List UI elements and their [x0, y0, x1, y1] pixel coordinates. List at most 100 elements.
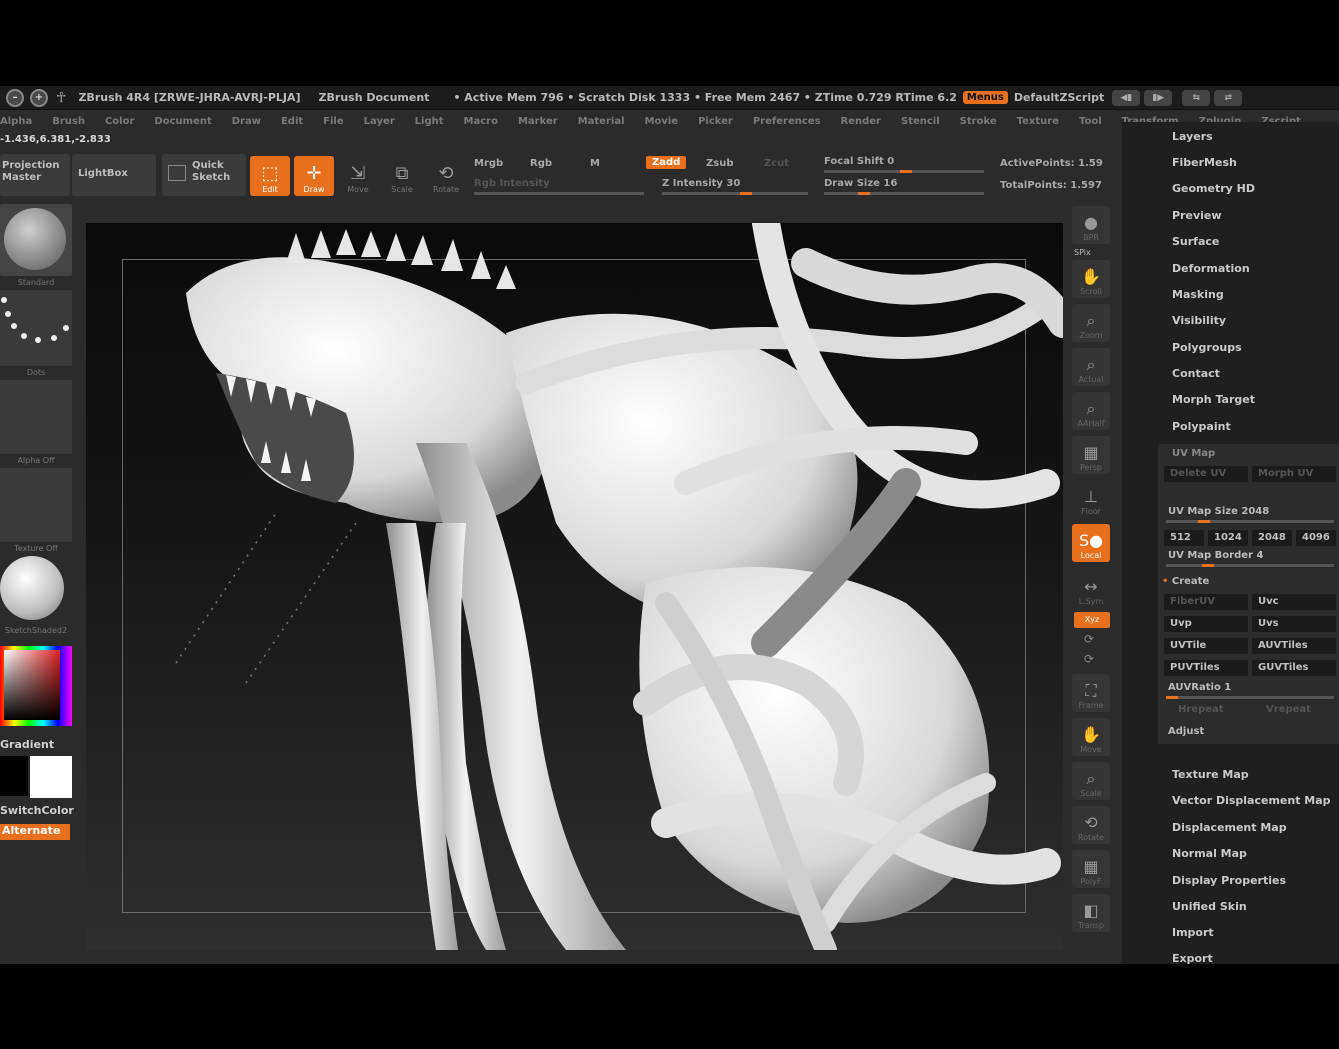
- xyz-button[interactable]: Xyz: [1074, 612, 1110, 628]
- viewport-canvas[interactable]: [86, 223, 1063, 950]
- menus-button[interactable]: Menus: [962, 91, 1008, 104]
- uvc-button[interactable]: Uvc: [1252, 594, 1336, 610]
- z-intensity-track[interactable]: [662, 192, 808, 195]
- subpalette-masking[interactable]: Masking: [1172, 288, 1224, 301]
- edit-button[interactable]: ⬚ Edit: [250, 156, 290, 196]
- subpalette-preview[interactable]: Preview: [1172, 209, 1222, 222]
- uv-map-title[interactable]: UV Map: [1172, 448, 1215, 459]
- subpalette-contact[interactable]: Contact: [1172, 367, 1220, 380]
- subpalette-layers[interactable]: Layers: [1172, 130, 1213, 143]
- auvratio-handle[interactable]: [1166, 696, 1178, 699]
- material-thumbnail[interactable]: [0, 556, 72, 626]
- aahalf-button[interactable]: ⌕ AAHalf: [1072, 392, 1110, 430]
- floor-button[interactable]: ⊥ Floor: [1072, 480, 1110, 518]
- menu-texture[interactable]: Texture: [1017, 116, 1059, 127]
- draw-button[interactable]: ✛ Draw: [294, 156, 334, 196]
- z-intensity-slider[interactable]: Z Intensity 30: [662, 178, 740, 189]
- subpalette-visibility[interactable]: Visibility: [1172, 314, 1226, 327]
- alpha-thumbnail[interactable]: [0, 380, 72, 454]
- lsym-button[interactable]: ↔ L.Sym: [1072, 570, 1110, 608]
- zoom-button[interactable]: ⌕ Zoom: [1072, 304, 1110, 342]
- subpalette-morph-target[interactable]: Morph Target: [1172, 393, 1255, 406]
- bpr-button[interactable]: ● BPR: [1072, 206, 1110, 244]
- menu-alpha[interactable]: Alpha: [0, 116, 32, 127]
- focal-shift-slider[interactable]: Focal Shift 0: [824, 156, 894, 167]
- main-color-swatch[interactable]: [30, 756, 72, 798]
- m-button[interactable]: M: [590, 158, 600, 169]
- subpalette-normal-map[interactable]: Normal Map: [1172, 847, 1247, 860]
- move-view-button[interactable]: ✋ Move: [1072, 718, 1110, 756]
- alternate-button[interactable]: Alternate: [0, 824, 70, 840]
- vrepeat-slider[interactable]: Vrepeat: [1266, 704, 1311, 715]
- zsub-button[interactable]: Zsub: [706, 158, 733, 169]
- menu-stencil[interactable]: Stencil: [901, 116, 940, 127]
- menu-light[interactable]: Light: [415, 116, 444, 127]
- adjust-section[interactable]: Adjust: [1168, 726, 1204, 737]
- switch-color-button[interactable]: SwitchColor: [0, 804, 74, 817]
- create-section[interactable]: • Create: [1162, 576, 1209, 587]
- subpalette-deformation[interactable]: Deformation: [1172, 262, 1250, 275]
- delete-uv-button[interactable]: Delete UV: [1164, 466, 1248, 482]
- subpalette-polypaint[interactable]: Polypaint: [1172, 420, 1231, 433]
- menu-material[interactable]: Material: [578, 116, 625, 127]
- focal-shift-handle[interactable]: [900, 170, 912, 173]
- rgb-intensity-track[interactable]: [474, 192, 644, 195]
- uv-map-border-track[interactable]: [1166, 564, 1334, 567]
- fiberuv-button[interactable]: FiberUV: [1164, 594, 1248, 610]
- rotate-button[interactable]: ⟲ Rotate: [426, 156, 466, 196]
- uv-map-border-handle[interactable]: [1202, 564, 1214, 567]
- menu-preferences[interactable]: Preferences: [753, 116, 821, 127]
- move-button[interactable]: ⇲ Move: [338, 156, 378, 196]
- subpalette-texture-map[interactable]: Texture Map: [1172, 768, 1249, 781]
- menu-layer[interactable]: Layer: [364, 116, 395, 127]
- subpalette-fibermesh[interactable]: FiberMesh: [1172, 156, 1237, 169]
- subpalette-display-properties[interactable]: Display Properties: [1172, 874, 1286, 887]
- spix-slider[interactable]: SPix: [1074, 248, 1091, 257]
- auvtiles-button[interactable]: AUVTiles: [1252, 638, 1336, 654]
- uv-map-border-slider[interactable]: UV Map Border 4: [1168, 550, 1263, 561]
- subpalette-vector-displacement-map[interactable]: Vector Displacement Map: [1172, 794, 1331, 807]
- menu-color[interactable]: Color: [105, 116, 134, 127]
- uvtile-button[interactable]: UVTile: [1164, 638, 1248, 654]
- gradient-label[interactable]: Gradient: [0, 738, 54, 751]
- actual-button[interactable]: ⌕ Actual: [1072, 348, 1110, 386]
- menu-brush[interactable]: Brush: [52, 116, 85, 127]
- menu-macro[interactable]: Macro: [464, 116, 498, 127]
- frame-button[interactable]: ⛶ Frame: [1072, 674, 1110, 712]
- uvp-button[interactable]: Uvp: [1164, 616, 1248, 632]
- puvtiles-button[interactable]: PUVTiles: [1164, 660, 1248, 676]
- subpalette-geometry-hd[interactable]: Geometry HD: [1172, 182, 1255, 195]
- mrgb-button[interactable]: Mrgb: [474, 158, 503, 169]
- layout-icon[interactable]: ⇆: [1182, 89, 1211, 106]
- subpalette-import[interactable]: Import: [1172, 926, 1214, 939]
- arrow-left-icon[interactable]: ◀▮: [1112, 89, 1141, 106]
- uv-map-size-handle[interactable]: [1198, 520, 1210, 523]
- menu-movie[interactable]: Movie: [645, 116, 679, 127]
- menu-document[interactable]: Document: [154, 116, 211, 127]
- scroll-button[interactable]: ✋ Scroll: [1072, 260, 1110, 298]
- rgb-button[interactable]: Rgb: [530, 158, 552, 169]
- polyf-button[interactable]: ▦ PolyF: [1072, 850, 1110, 888]
- subpalette-surface[interactable]: Surface: [1172, 235, 1219, 248]
- uv-size-2048[interactable]: 2048: [1252, 530, 1292, 546]
- brush-thumbnail[interactable]: [0, 204, 72, 276]
- auvratio-track[interactable]: [1166, 696, 1334, 699]
- subpalette-displacement-map[interactable]: Displacement Map: [1172, 821, 1287, 834]
- subpalette-export[interactable]: Export: [1172, 952, 1213, 964]
- local-button[interactable]: S● Local: [1072, 524, 1110, 562]
- rotate-view-button[interactable]: ⟲ Rotate: [1072, 806, 1110, 844]
- menu-marker[interactable]: Marker: [518, 116, 558, 127]
- menu-draw[interactable]: Draw: [232, 116, 261, 127]
- uv-size-512[interactable]: 512: [1164, 530, 1204, 546]
- menu-stroke[interactable]: Stroke: [960, 116, 997, 127]
- color-picker[interactable]: [0, 646, 72, 726]
- z-intensity-handle[interactable]: [740, 192, 752, 195]
- subpalette-unified-skin[interactable]: Unified Skin: [1172, 900, 1247, 913]
- transp-button[interactable]: ◧ Transp: [1072, 894, 1110, 932]
- subpalette-polygroups[interactable]: Polygroups: [1172, 341, 1242, 354]
- stroke-thumbnail[interactable]: [0, 290, 72, 366]
- default-zscript-button[interactable]: DefaultZScript: [1014, 91, 1104, 104]
- persp-button[interactable]: ▦ Persp: [1072, 436, 1110, 474]
- draw-size-handle[interactable]: [858, 192, 870, 195]
- menu-tool[interactable]: Tool: [1079, 116, 1102, 127]
